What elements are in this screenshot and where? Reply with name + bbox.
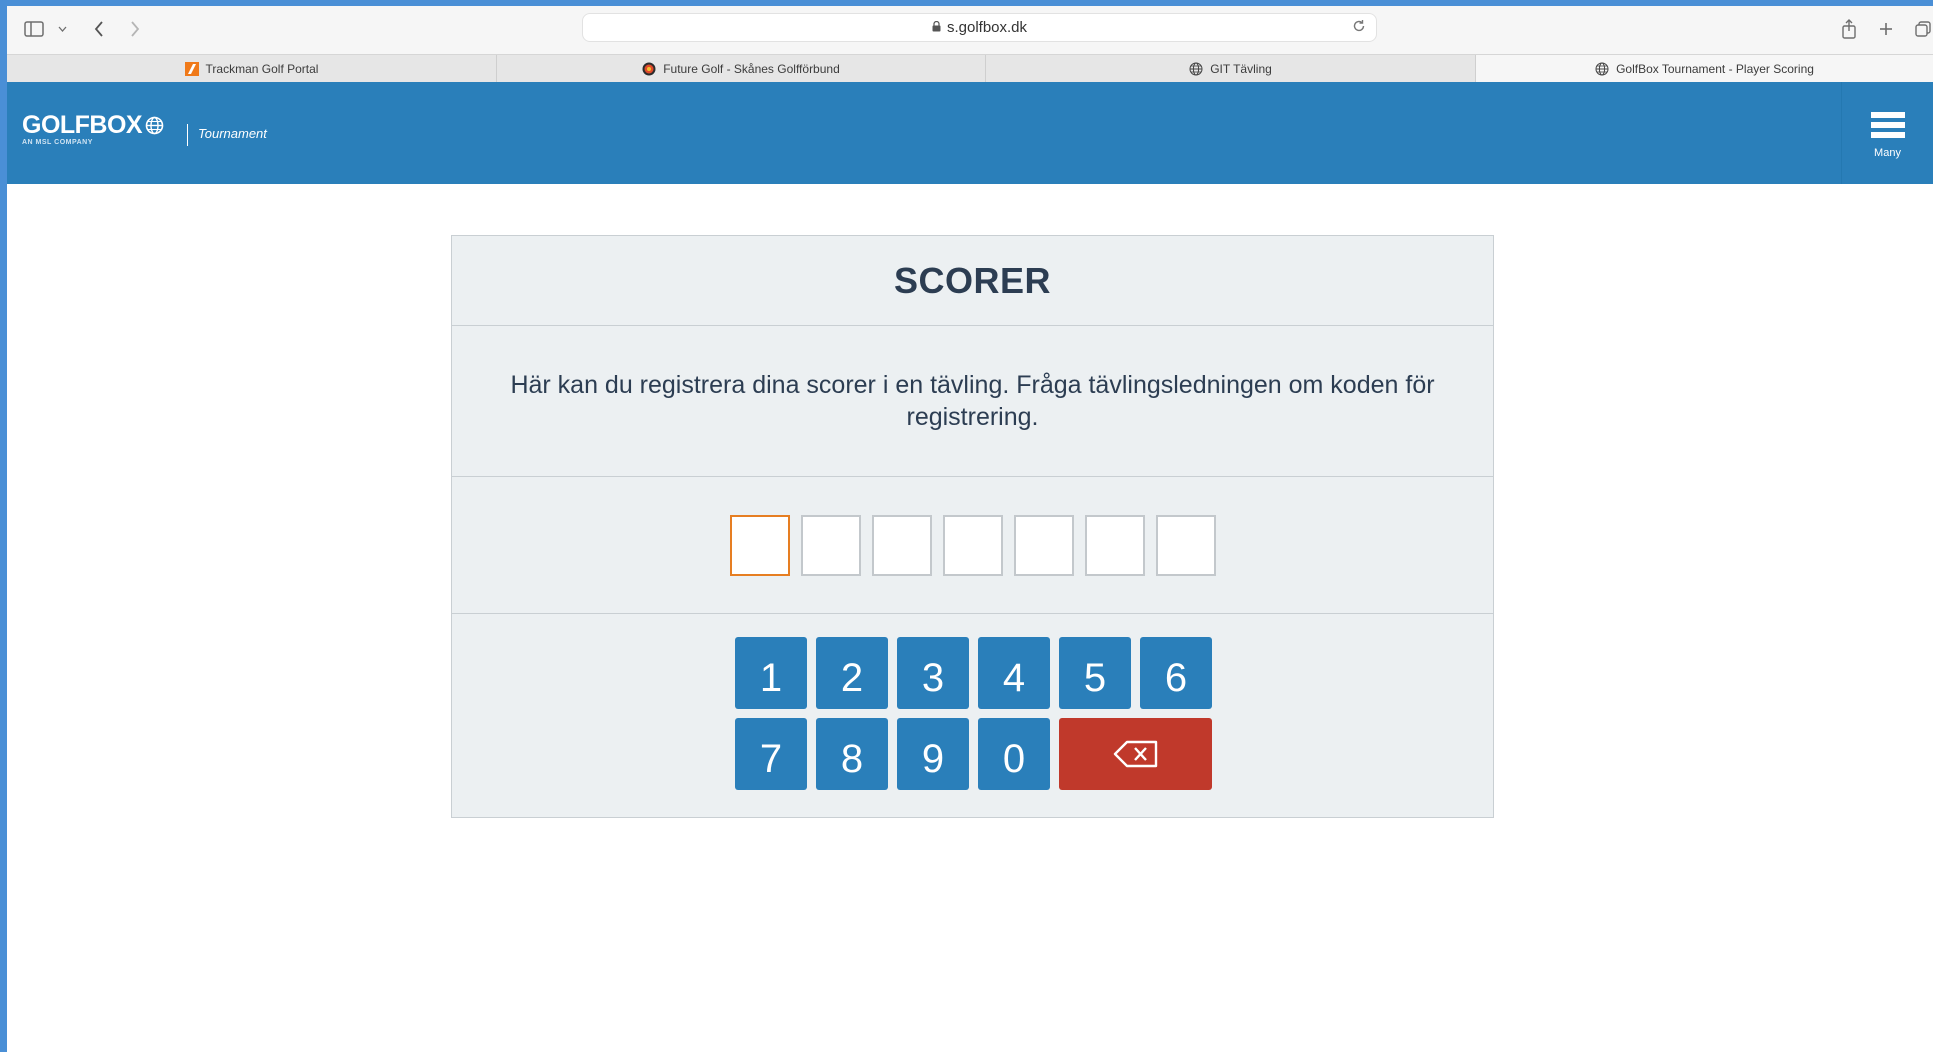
- key-8-button[interactable]: 8: [816, 718, 888, 790]
- browser-window: s.golfbox.dk Trackman Golf Portal Future…: [7, 6, 1933, 1052]
- lock-icon: [932, 20, 941, 35]
- site-header: GOLFBOX AN MSL COMPANY Tournament Many: [7, 82, 1933, 184]
- key-5-button[interactable]: 5: [1059, 637, 1131, 709]
- key-6-button[interactable]: 6: [1140, 637, 1212, 709]
- address-bar[interactable]: s.golfbox.dk: [582, 13, 1377, 42]
- menu-label: Many: [1874, 146, 1901, 159]
- backspace-icon: [1113, 740, 1159, 768]
- golfbox-logo[interactable]: GOLFBOX AN MSL COMPANY: [22, 111, 164, 146]
- key-3-button[interactable]: 3: [897, 637, 969, 709]
- code-digit-input[interactable]: [729, 514, 790, 576]
- key-1-button[interactable]: 1: [735, 637, 807, 709]
- tab-label: GolfBox Tournament - Player Scoring: [1616, 62, 1814, 76]
- chevron-down-icon[interactable]: [55, 14, 69, 44]
- tab-trackman[interactable]: Trackman Golf Portal: [7, 55, 497, 83]
- numeric-keypad: 123456 7890: [452, 614, 1493, 816]
- key-7-button[interactable]: 7: [735, 718, 807, 790]
- instructions-text: Här kan du registrera dina scorer i en t…: [510, 371, 1435, 431]
- tab-label: Future Golf - Skånes Golfförbund: [663, 62, 840, 76]
- hamburger-icon: [1870, 108, 1905, 142]
- card-header: SCORER: [452, 236, 1493, 326]
- browser-toolbar: s.golfbox.dk: [7, 6, 1933, 54]
- back-icon[interactable]: [89, 14, 109, 44]
- golfbox-globe-icon: [145, 116, 164, 135]
- scorer-card: SCORER Här kan du registrera dina scorer…: [451, 235, 1494, 818]
- new-tab-icon[interactable]: [1876, 14, 1896, 44]
- code-digit-input[interactable]: [942, 514, 1003, 576]
- code-digit-input[interactable]: [800, 514, 861, 576]
- url-text: s.golfbox.dk: [946, 19, 1028, 36]
- logo-subtitle: AN MSL COMPANY: [22, 139, 93, 146]
- code-digit-input[interactable]: [1155, 514, 1216, 576]
- logo-divider: [187, 124, 188, 146]
- tab-golfbox-scoring[interactable]: GolfBox Tournament - Player Scoring: [1476, 55, 1933, 83]
- code-digit-input[interactable]: [1013, 514, 1074, 576]
- sidebar-toggle-icon[interactable]: [21, 14, 47, 44]
- globe-icon: [1189, 62, 1203, 76]
- code-input-row: [452, 477, 1493, 614]
- key-9-button[interactable]: 9: [897, 718, 969, 790]
- globe-icon: [1595, 62, 1609, 76]
- reload-icon[interactable]: [1352, 19, 1366, 37]
- product-name: Tournament: [198, 126, 267, 141]
- trackman-icon: [184, 62, 199, 76]
- tab-label: GIT Tävling: [1210, 62, 1272, 76]
- card-description: Här kan du registrera dina scorer i en t…: [452, 326, 1493, 477]
- code-digit-input[interactable]: [871, 514, 932, 576]
- logo-text: GOLFBOX: [22, 111, 143, 139]
- forward-icon[interactable]: [125, 14, 145, 44]
- code-digit-input[interactable]: [1084, 514, 1145, 576]
- page-title: SCORER: [893, 259, 1052, 301]
- share-icon[interactable]: [1839, 14, 1859, 44]
- tab-overview-icon[interactable]: [1913, 14, 1933, 44]
- key-2-button[interactable]: 2: [816, 637, 888, 709]
- key-4-button[interactable]: 4: [978, 637, 1050, 709]
- tab-bar: Trackman Golf Portal Future Golf - Skåne…: [7, 54, 1933, 83]
- key-0-button[interactable]: 0: [978, 718, 1050, 790]
- menu-button[interactable]: Many: [1841, 82, 1933, 184]
- tab-label: Trackman Golf Portal: [205, 62, 319, 76]
- tab-git-tavling[interactable]: GIT Tävling: [986, 55, 1476, 83]
- backspace-button[interactable]: [1059, 718, 1212, 790]
- tab-future-golf[interactable]: Future Golf - Skånes Golfförbund: [497, 55, 986, 83]
- skane-golf-icon: [642, 62, 656, 76]
